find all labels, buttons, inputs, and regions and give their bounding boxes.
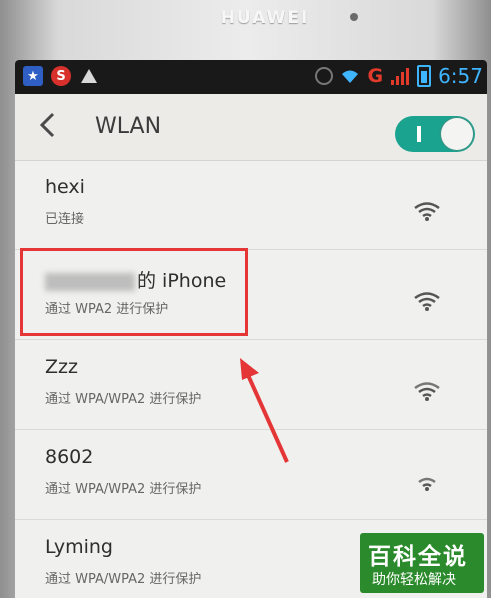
network-name: Zzz — [45, 356, 78, 378]
star-notification-icon: ★ — [23, 66, 43, 86]
network-name: hexi — [45, 176, 85, 198]
network-item-8602[interactable]: 8602 通过 WPA/WPA2 进行保护 — [15, 430, 487, 520]
front-camera — [350, 13, 358, 21]
signal-icon — [391, 68, 410, 85]
warning-icon — [79, 66, 99, 86]
network-status: 通过 WPA/WPA2 进行保护 — [45, 392, 202, 407]
toggle-knob — [441, 118, 473, 150]
network-status: 通过 WPA/WPA2 进行保护 — [45, 482, 202, 497]
wifi-signal-icon — [414, 202, 440, 221]
network-name: 8602 — [45, 446, 94, 468]
network-item-hexi[interactable]: hexi 已连接 — [15, 160, 487, 250]
network-type: G — [367, 65, 384, 87]
wlan-header: WLAN — [15, 94, 487, 161]
clock: 6:57 — [438, 64, 483, 88]
watermark-subtitle: 助你轻松解决 — [372, 572, 456, 588]
wifi-status-icon — [342, 70, 359, 83]
wlan-toggle[interactable] — [395, 116, 475, 152]
network-name: Lyming — [45, 536, 113, 558]
device-brand: HUAWEI — [220, 8, 310, 28]
page-title: WLAN — [95, 114, 162, 139]
app-notification-icon: S — [51, 66, 71, 86]
highlight-box — [20, 248, 248, 336]
site-watermark: 百科全说 助你轻松解决 — [360, 533, 484, 593]
network-status: 通过 WPA/WPA2 进行保护 — [45, 572, 202, 587]
network-status: 已连接 — [45, 212, 85, 227]
watermark-title: 百科全说 — [368, 544, 468, 570]
network-item-zzz[interactable]: Zzz 通过 WPA/WPA2 进行保护 — [15, 340, 487, 430]
phone-screen: ★ S G 6:57 WLAN hexi 已连接 的 iPhone 通过 WPA… — [15, 60, 487, 598]
wifi-signal-icon — [414, 382, 440, 401]
wifi-signal-icon — [414, 292, 440, 311]
wifi-signal-icon — [418, 477, 436, 491]
alarm-icon — [315, 67, 334, 85]
battery-icon — [417, 65, 432, 87]
toggle-on-mark — [417, 126, 421, 142]
status-bar: ★ S G 6:57 — [15, 60, 487, 94]
back-arrow-icon[interactable] — [33, 110, 63, 140]
